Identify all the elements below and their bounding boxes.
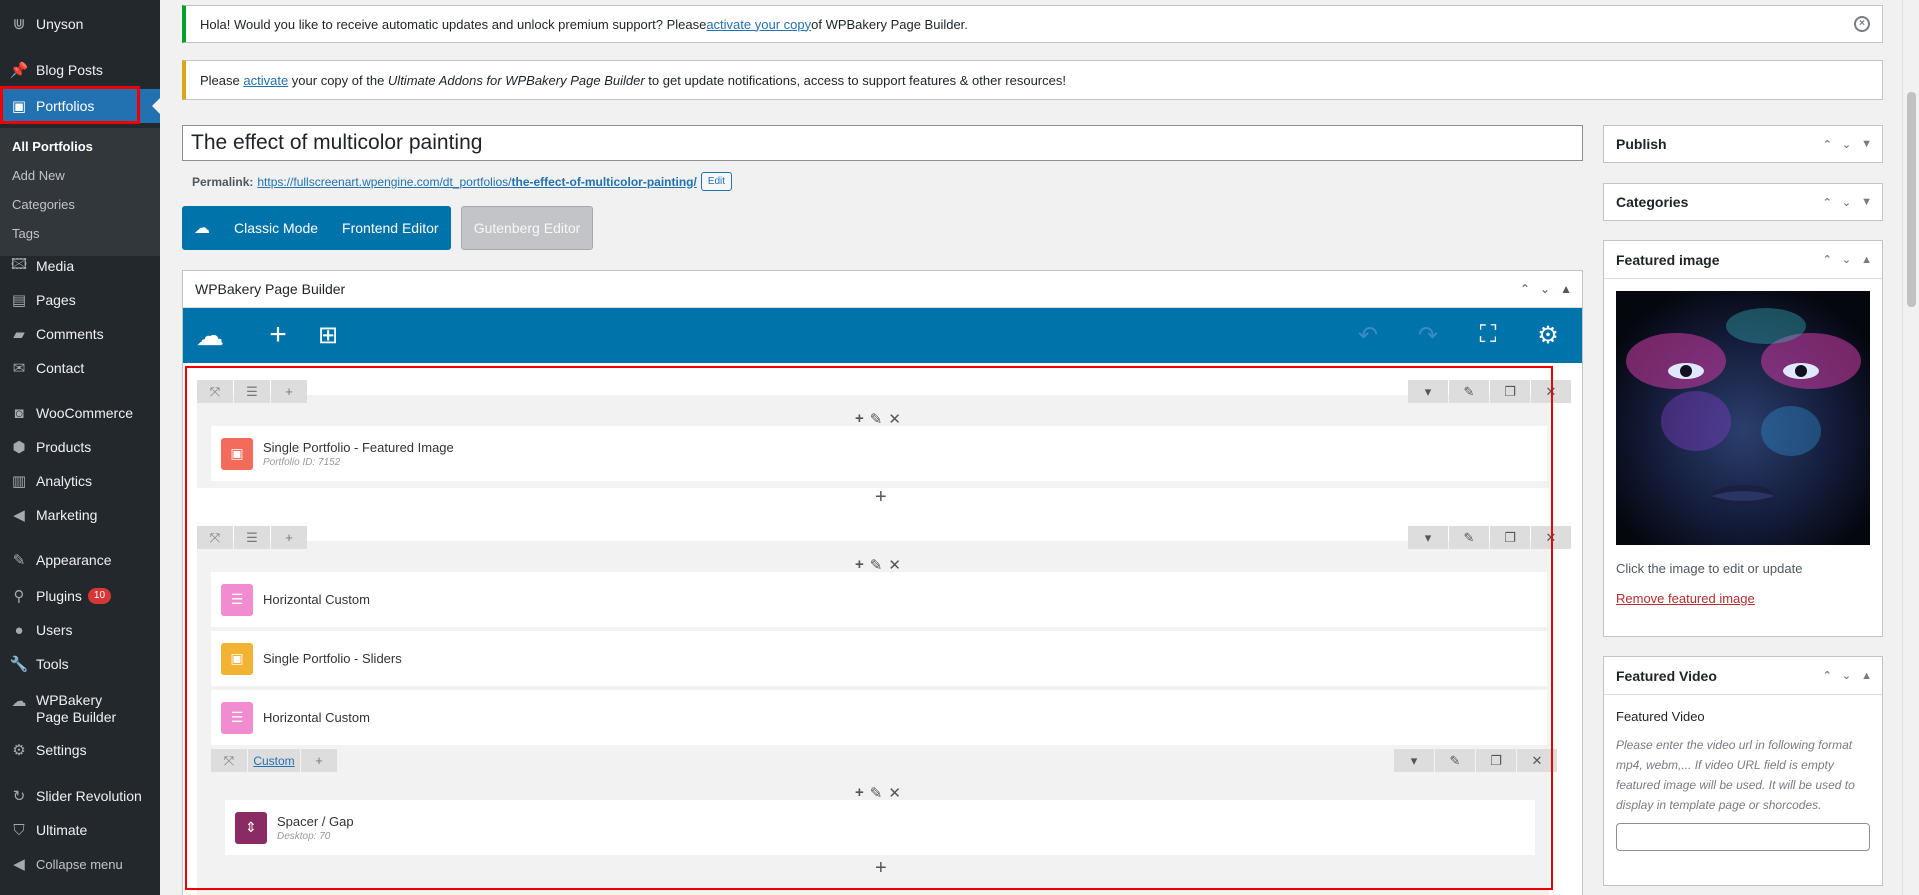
sidebar-item-woocommerce[interactable]: ◙ WooCommerce <box>0 398 160 428</box>
shield-icon: ⛉ <box>13 821 25 839</box>
sidebar-item-users[interactable]: ● Users <box>0 615 160 645</box>
wpbakery-panel: WPBakery Page Builder ⌃ ⌄ ▲ ☁ + ⊞ ↶ ↷ ⛶ … <box>182 270 1583 895</box>
plugin-icon: ⚲ <box>13 588 25 605</box>
move-up-icon[interactable]: ⌃ <box>1823 138 1832 151</box>
templates-icon[interactable]: ⊞ <box>313 320 343 350</box>
sidebar-item-slider-revolution[interactable]: ↻ Slider Revolution <box>0 781 160 811</box>
cloud-icon: ☁ <box>11 693 27 710</box>
move-down-icon[interactable]: ⌄ <box>1842 669 1851 682</box>
sidebar-item-comments[interactable]: ▰ Comments <box>0 319 160 349</box>
activate-copy-link[interactable]: activate your copy <box>706 17 811 32</box>
revolution-icon: ↻ <box>12 788 26 805</box>
toggle-panel-icon[interactable]: ▼ <box>1861 138 1872 150</box>
toggle-panel-icon[interactable]: ▲ <box>1861 254 1872 266</box>
featured-image-thumbnail[interactable] <box>1616 291 1870 545</box>
permalink-link[interactable]: https://fullscreenart.wpengine.com/dt_po… <box>257 175 696 189</box>
unyson-icon: ⋓ <box>12 16 26 33</box>
comment-icon: ▰ <box>13 326 25 343</box>
featured-video-url-input[interactable] <box>1616 823 1870 851</box>
megaphone-icon: ◀ <box>13 507 25 524</box>
classic-mode-button[interactable]: Classic Mode <box>222 220 330 236</box>
scrollbar-thumb[interactable] <box>1907 92 1916 307</box>
sidebar-item-appearance[interactable]: ✎ Appearance <box>0 545 160 575</box>
pages-icon: ▤ <box>11 292 27 309</box>
update-notice: Hola! Would you like to receive automati… <box>182 5 1883 43</box>
chart-icon: ▥ <box>11 473 27 490</box>
mail-icon: ✉ <box>12 360 26 377</box>
move-up-icon[interactable]: ⌃ <box>1823 669 1832 682</box>
dismiss-notice-icon[interactable]: × <box>1854 16 1870 32</box>
sidebar-item-contact[interactable]: ✉ Contact <box>0 353 160 383</box>
fullscreen-icon[interactable]: ⛶ <box>1473 320 1503 350</box>
move-down-icon[interactable]: ⌄ <box>1842 138 1851 151</box>
categories-box: Categories ⌃ ⌄ ▼ <box>1603 183 1883 221</box>
wrench-icon: 🔧 <box>9 656 29 673</box>
move-down-icon[interactable]: ⌄ <box>1842 196 1851 209</box>
undo-icon[interactable]: ↶ <box>1353 320 1383 350</box>
wpbakery-header: WPBakery Page Builder ⌃ ⌄ ▲ <box>183 271 1582 308</box>
featured-video-box: Featured Video ⌃ ⌄ ▲ Featured Video Please… <box>1603 656 1883 886</box>
move-up-icon[interactable]: ⌃ <box>1823 253 1832 266</box>
move-down-icon[interactable]: ⌄ <box>1540 282 1550 296</box>
submenu-item-add-new[interactable]: Add New <box>0 161 160 190</box>
publish-box: Publish ⌃ ⌄ ▼ <box>1603 125 1883 163</box>
submenu-item-tags[interactable]: Tags <box>0 219 160 248</box>
sidebar-item-ultimate[interactable]: ⛉ Ultimate <box>0 815 160 845</box>
sidebar-item-plugins[interactable]: ⚲ Plugins 10 <box>0 581 160 611</box>
move-up-icon[interactable]: ⌃ <box>1520 282 1530 296</box>
sidebar-item-products[interactable]: ⬢ Products <box>0 432 160 462</box>
sidebar-item-tools[interactable]: 🔧 Tools <box>0 649 160 679</box>
brush-icon: ✎ <box>12 552 26 569</box>
wpbakery-toolbar: ☁ + ⊞ ↶ ↷ ⛶ ⚙ <box>183 308 1582 363</box>
redo-icon[interactable]: ↷ <box>1413 320 1443 350</box>
collapse-menu-button[interactable]: ◀ Collapse menu <box>0 849 160 879</box>
permalink-edit-button[interactable]: Edit <box>700 172 733 191</box>
collapse-panel-icon[interactable]: ▲ <box>1560 282 1572 296</box>
sidebar-item-settings[interactable]: ⚙ Settings <box>0 735 160 765</box>
gutenberg-editor-button[interactable]: Gutenberg Editor <box>461 206 593 250</box>
sidebar-item-pages[interactable]: ▤ Pages <box>0 285 160 315</box>
wpbakery-cloud-icon: ☁ <box>194 220 210 237</box>
sidebar-item-wpbakery[interactable]: ☁ WPBakery Page Builder <box>0 690 160 730</box>
sidebar-item-media[interactable]: 🖾 Media <box>0 251 160 281</box>
sidebar-item-marketing[interactable]: ◀ Marketing <box>0 500 160 530</box>
frontend-editor-button[interactable]: Frontend Editor <box>330 220 451 236</box>
featured-image-box: Featured image ⌃ ⌄ ▲ Click the image to … <box>1603 240 1883 637</box>
move-down-icon[interactable]: ⌄ <box>1842 253 1851 266</box>
editor-mode-toggle: ☁ Classic Mode Frontend Editor <box>182 206 451 250</box>
highlight-box-builder <box>185 366 1553 890</box>
toggle-panel-icon[interactable]: ▼ <box>1861 196 1872 208</box>
highlight-box-portfolios <box>0 86 140 124</box>
media-icon: 🖾 <box>10 255 28 273</box>
wpbakery-logo-icon[interactable]: ☁ <box>195 320 225 351</box>
permalink-bar: Permalink: https://fullscreenart.wpengin… <box>192 172 733 191</box>
plugins-update-badge: 10 <box>87 588 112 604</box>
settings-gear-icon[interactable]: ⚙ <box>1533 320 1563 350</box>
box-icon: ⬢ <box>12 439 26 456</box>
admin-sidebar: ⋓ Unyson 📌 Blog Posts ▣ Portfolios All P… <box>0 0 160 895</box>
add-element-icon[interactable]: + <box>263 318 293 351</box>
page-scrollbar[interactable] <box>1902 0 1919 895</box>
addons-notice: Please activate your copy of the Ultimat… <box>182 60 1883 100</box>
sidebar-item-analytics[interactable]: ▥ Analytics <box>0 466 160 496</box>
active-indicator <box>152 98 160 114</box>
settings-icon: ⚙ <box>12 742 26 759</box>
post-title-input[interactable] <box>182 125 1583 161</box>
activate-link[interactable]: activate <box>243 73 288 88</box>
toggle-panel-icon[interactable]: ▲ <box>1861 670 1872 682</box>
move-up-icon[interactable]: ⌃ <box>1823 196 1832 209</box>
woo-icon: ◙ <box>14 404 24 422</box>
submenu-item-categories[interactable]: Categories <box>0 190 160 219</box>
user-icon: ● <box>14 621 24 639</box>
submenu-item-all-portfolios[interactable]: All Portfolios <box>0 132 160 161</box>
sidebar-item-blog-posts[interactable]: 📌 Blog Posts <box>0 55 160 85</box>
sidebar-item-unyson[interactable]: ⋓ Unyson <box>0 9 160 39</box>
pin-icon: 📌 <box>9 62 29 79</box>
remove-featured-image-link[interactable]: Remove featured image <box>1616 591 1755 606</box>
collapse-icon: ◀ <box>13 856 25 873</box>
portfolios-submenu: All Portfolios Add New Categories Tags <box>0 128 160 256</box>
wpbakery-canvas: ⤧ ☰ + ▾ ✎ ❐ ✕ + ✎ ✕ ▣ Single Portfolio - F… <box>183 364 1582 895</box>
